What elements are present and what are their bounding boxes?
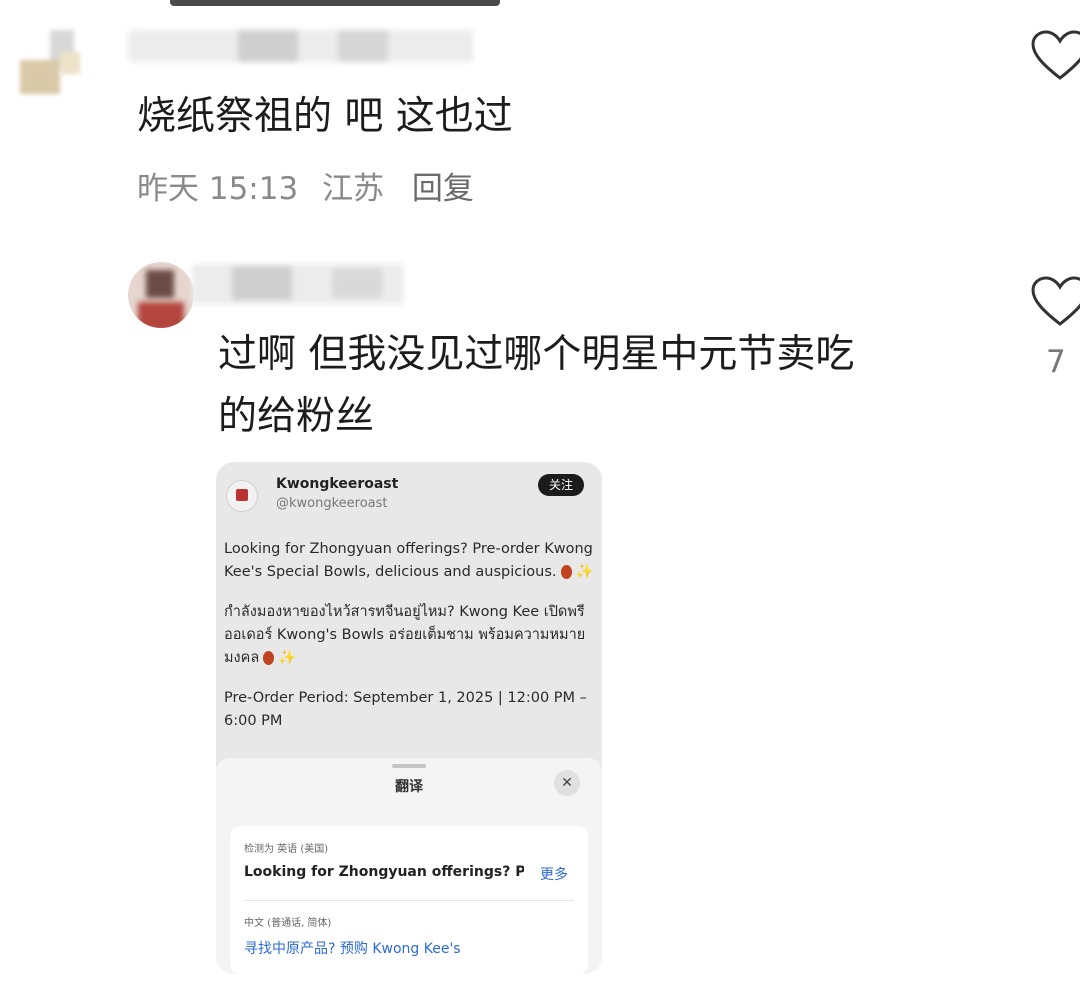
sheet-title: 翻译	[395, 779, 423, 795]
sheet-handle	[392, 764, 426, 768]
account-logo	[226, 480, 258, 512]
post-paragraph: Looking for Zhongyuan offerings? Pre-ord…	[224, 541, 594, 580]
avatar[interactable]	[128, 262, 194, 328]
translated-text: 寻找中原产品? 预购 Kwong Kee's	[244, 941, 461, 957]
sparkle-icon: ✨	[278, 650, 297, 666]
reply-comment-text: 过啊 但我没见过哪个明星中元节卖吃 的给粉丝	[218, 324, 978, 448]
source-text: Looking for Zhongyuan offerings? Pre	[244, 864, 524, 880]
comment-time: 昨天 15:13	[137, 171, 299, 207]
username-blurred[interactable]	[128, 30, 473, 62]
reply-comment-line: 过啊 但我没见过哪个明星中元节卖吃	[218, 332, 855, 377]
account-handle: @kwongkeeroast	[276, 496, 388, 511]
comment-text: 烧纸祭祖的 吧 这也过	[137, 94, 513, 139]
top-divider	[170, 0, 500, 6]
comment-meta: 昨天 15:13 江苏 回复	[137, 163, 488, 208]
like-heart-icon[interactable]	[1030, 30, 1080, 82]
bowl-icon	[560, 565, 572, 579]
more-link: 更多	[540, 867, 568, 883]
divider	[244, 900, 574, 901]
source-language-label: 检测为 英语 (美国)	[244, 844, 329, 855]
sparkle-icon: ✨	[575, 564, 594, 580]
post-paragraph: กำลังมองหาของไหว้สารทจีนอยู่ไหม? Kwong K…	[224, 604, 586, 666]
comment-location: 江苏	[322, 171, 385, 207]
bowl-icon	[263, 651, 275, 665]
close-icon: ✕	[554, 770, 580, 796]
avatar[interactable]	[20, 30, 84, 94]
attached-screenshot[interactable]: Kwongkeeroast @kwongkeeroast 关注 Looking …	[216, 462, 602, 974]
target-language-label: 中文 (普通话, 简体)	[244, 918, 332, 929]
username-blurred[interactable]	[192, 264, 404, 304]
reply-button[interactable]: 回复	[412, 171, 474, 207]
translate-sheet: 翻译 ✕ 检测为 英语 (美国) Looking for Zhongyuan o…	[216, 758, 602, 974]
account-name: Kwongkeeroast	[276, 476, 399, 492]
post-body: Looking for Zhongyuan offerings? Pre-ord…	[224, 538, 594, 750]
translation-panel: 检测为 英语 (美国) Looking for Zhongyuan offeri…	[230, 826, 588, 974]
post-paragraph: Pre-Order Period: September 1, 2025 | 12…	[224, 690, 587, 729]
like-heart-icon[interactable]	[1030, 276, 1080, 328]
like-count: 7	[1046, 344, 1066, 380]
reply-comment-line: 的给粉丝	[218, 394, 375, 439]
follow-button: 关注	[538, 474, 584, 496]
